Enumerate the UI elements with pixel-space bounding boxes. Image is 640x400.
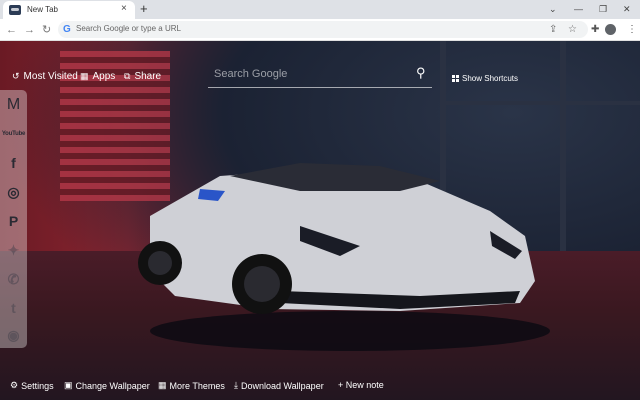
settings-button[interactable]: ⚙ Settings: [10, 380, 54, 391]
change-wallpaper-button[interactable]: ▣ Change Wallpaper: [64, 380, 150, 391]
settings-label: Settings: [21, 380, 54, 391]
search-box[interactable]: Search Google ⚲: [208, 62, 432, 88]
more-themes-label: More Themes: [169, 380, 225, 391]
tab-new-tab[interactable]: New Tab ×: [3, 1, 135, 19]
show-shortcuts-label: Show Shortcuts: [462, 74, 519, 83]
wallpaper-image: [0, 41, 640, 400]
search-input[interactable]: Search Google: [214, 68, 287, 80]
extensions-icon[interactable]: ✚: [591, 23, 599, 37]
back-icon[interactable]: ←: [6, 23, 17, 37]
most-visited-label: Most Visited: [23, 71, 78, 82]
apps-button[interactable]: ▦ Apps: [80, 71, 115, 82]
show-shortcuts-button[interactable]: Show Shortcuts: [452, 74, 518, 83]
reddit-icon[interactable]: ◉: [2, 324, 25, 346]
new-note-label: + New note: [338, 380, 384, 390]
close-window-icon[interactable]: ✕: [623, 2, 631, 16]
share-icon[interactable]: ⇪: [549, 23, 557, 36]
download-wallpaper-button[interactable]: ⤓ Download Wallpaper: [234, 380, 324, 391]
change-wallpaper-label: Change Wallpaper: [75, 380, 150, 391]
star-icon[interactable]: ☆: [568, 23, 577, 36]
address-bar-placeholder: Search Google or type a URL: [76, 24, 181, 33]
google-icon: G: [63, 24, 71, 35]
gmail-icon[interactable]: M: [2, 94, 25, 116]
instagram-icon[interactable]: ◎: [2, 181, 25, 203]
share-button[interactable]: ⧉ Share: [124, 71, 161, 82]
browser-toolbar: ← → ↻ G Search Google or type a URL ⇪ ☆ …: [0, 19, 640, 41]
tumblr-icon[interactable]: t: [2, 297, 25, 319]
image-icon: ▣: [64, 380, 73, 390]
youtube-icon[interactable]: YouTube: [2, 123, 26, 145]
car-illustration: [138, 163, 535, 314]
download-wallpaper-label: Download Wallpaper: [240, 380, 324, 391]
windows-grid-icon: [452, 75, 459, 82]
search-icon[interactable]: ⚲: [416, 64, 426, 82]
tab-close-icon[interactable]: ×: [121, 3, 127, 15]
download-icon: ⤓: [234, 380, 238, 390]
whatsapp-icon[interactable]: ✆: [2, 268, 25, 290]
pinterest-icon[interactable]: P: [2, 210, 25, 232]
tab-title: New Tab: [27, 5, 58, 14]
forward-icon[interactable]: →: [24, 23, 35, 37]
more-themes-button[interactable]: ▦ More Themes: [158, 380, 225, 391]
tab-search-icon[interactable]: ⌄: [549, 2, 557, 16]
apps-label: Apps: [92, 71, 116, 82]
new-tab-button[interactable]: +: [140, 1, 148, 17]
history-icon: ↺: [12, 71, 20, 81]
apps-grid-icon: ▦: [80, 71, 89, 81]
share-box-icon: ⧉: [124, 71, 131, 81]
minimize-icon[interactable]: —: [574, 2, 583, 16]
most-visited-button[interactable]: ↺ Most Visited: [12, 71, 78, 82]
twitter-icon[interactable]: ✦: [2, 239, 25, 261]
tab-strip: New Tab × + ⌄ — ❐ ✕: [0, 0, 640, 19]
tab-favicon-icon: [9, 5, 21, 15]
facebook-icon[interactable]: f: [2, 152, 25, 174]
new-note-button[interactable]: + New note: [338, 380, 384, 390]
themes-grid-icon: ▦: [158, 380, 167, 390]
social-sidebar: M YouTube f ◎ P ✦ ✆ t ◉: [0, 90, 27, 348]
profile-icon[interactable]: [605, 24, 616, 35]
gear-icon: ⚙: [10, 380, 19, 390]
address-bar[interactable]: G Search Google or type a URL ⇪ ☆: [58, 21, 588, 38]
menu-icon[interactable]: ⋮: [627, 23, 637, 37]
restore-icon[interactable]: ❐: [599, 2, 607, 16]
reload-icon[interactable]: ↻: [42, 23, 51, 37]
share-label: Share: [134, 71, 162, 82]
